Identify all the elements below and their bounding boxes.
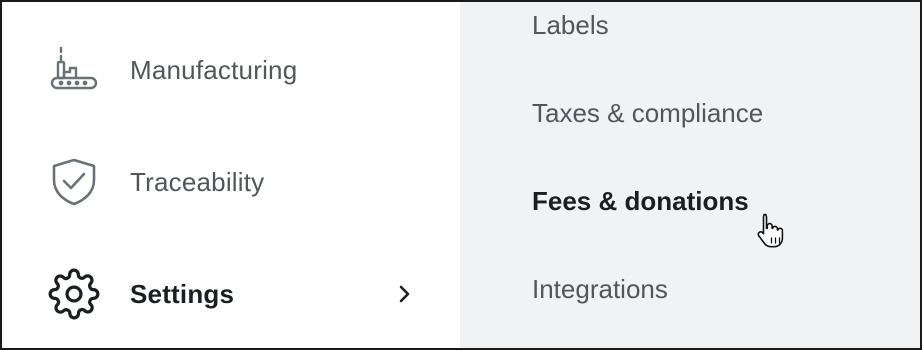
sidebar-item-label: Settings (130, 278, 235, 309)
gear-icon (46, 266, 102, 322)
sidebar-item-manufacturing[interactable]: Manufacturing (2, 30, 460, 110)
app-frame: Manufacturing Traceability Settings Labe… (0, 0, 922, 350)
factory-icon (46, 42, 102, 98)
submenu-item-labels[interactable]: Labels (532, 10, 609, 41)
chevron-right-icon (392, 282, 416, 306)
sidebar-item-traceability[interactable]: Traceability (2, 142, 460, 222)
submenu-item-integrations[interactable]: Integrations (532, 274, 668, 305)
sidebar-nav: Manufacturing Traceability Settings (2, 2, 460, 348)
sidebar-item-label: Traceability (130, 166, 265, 197)
submenu-item-fees-donations[interactable]: Fees & donations (532, 186, 749, 217)
settings-submenu: Labels Taxes & compliance Fees & donatio… (460, 2, 920, 348)
submenu-item-taxes-compliance[interactable]: Taxes & compliance (532, 98, 763, 129)
hand-pointer-icon (754, 210, 794, 250)
sidebar-item-label: Manufacturing (130, 54, 298, 85)
sidebar-item-settings[interactable]: Settings (2, 254, 460, 334)
shield-check-icon (46, 154, 102, 210)
